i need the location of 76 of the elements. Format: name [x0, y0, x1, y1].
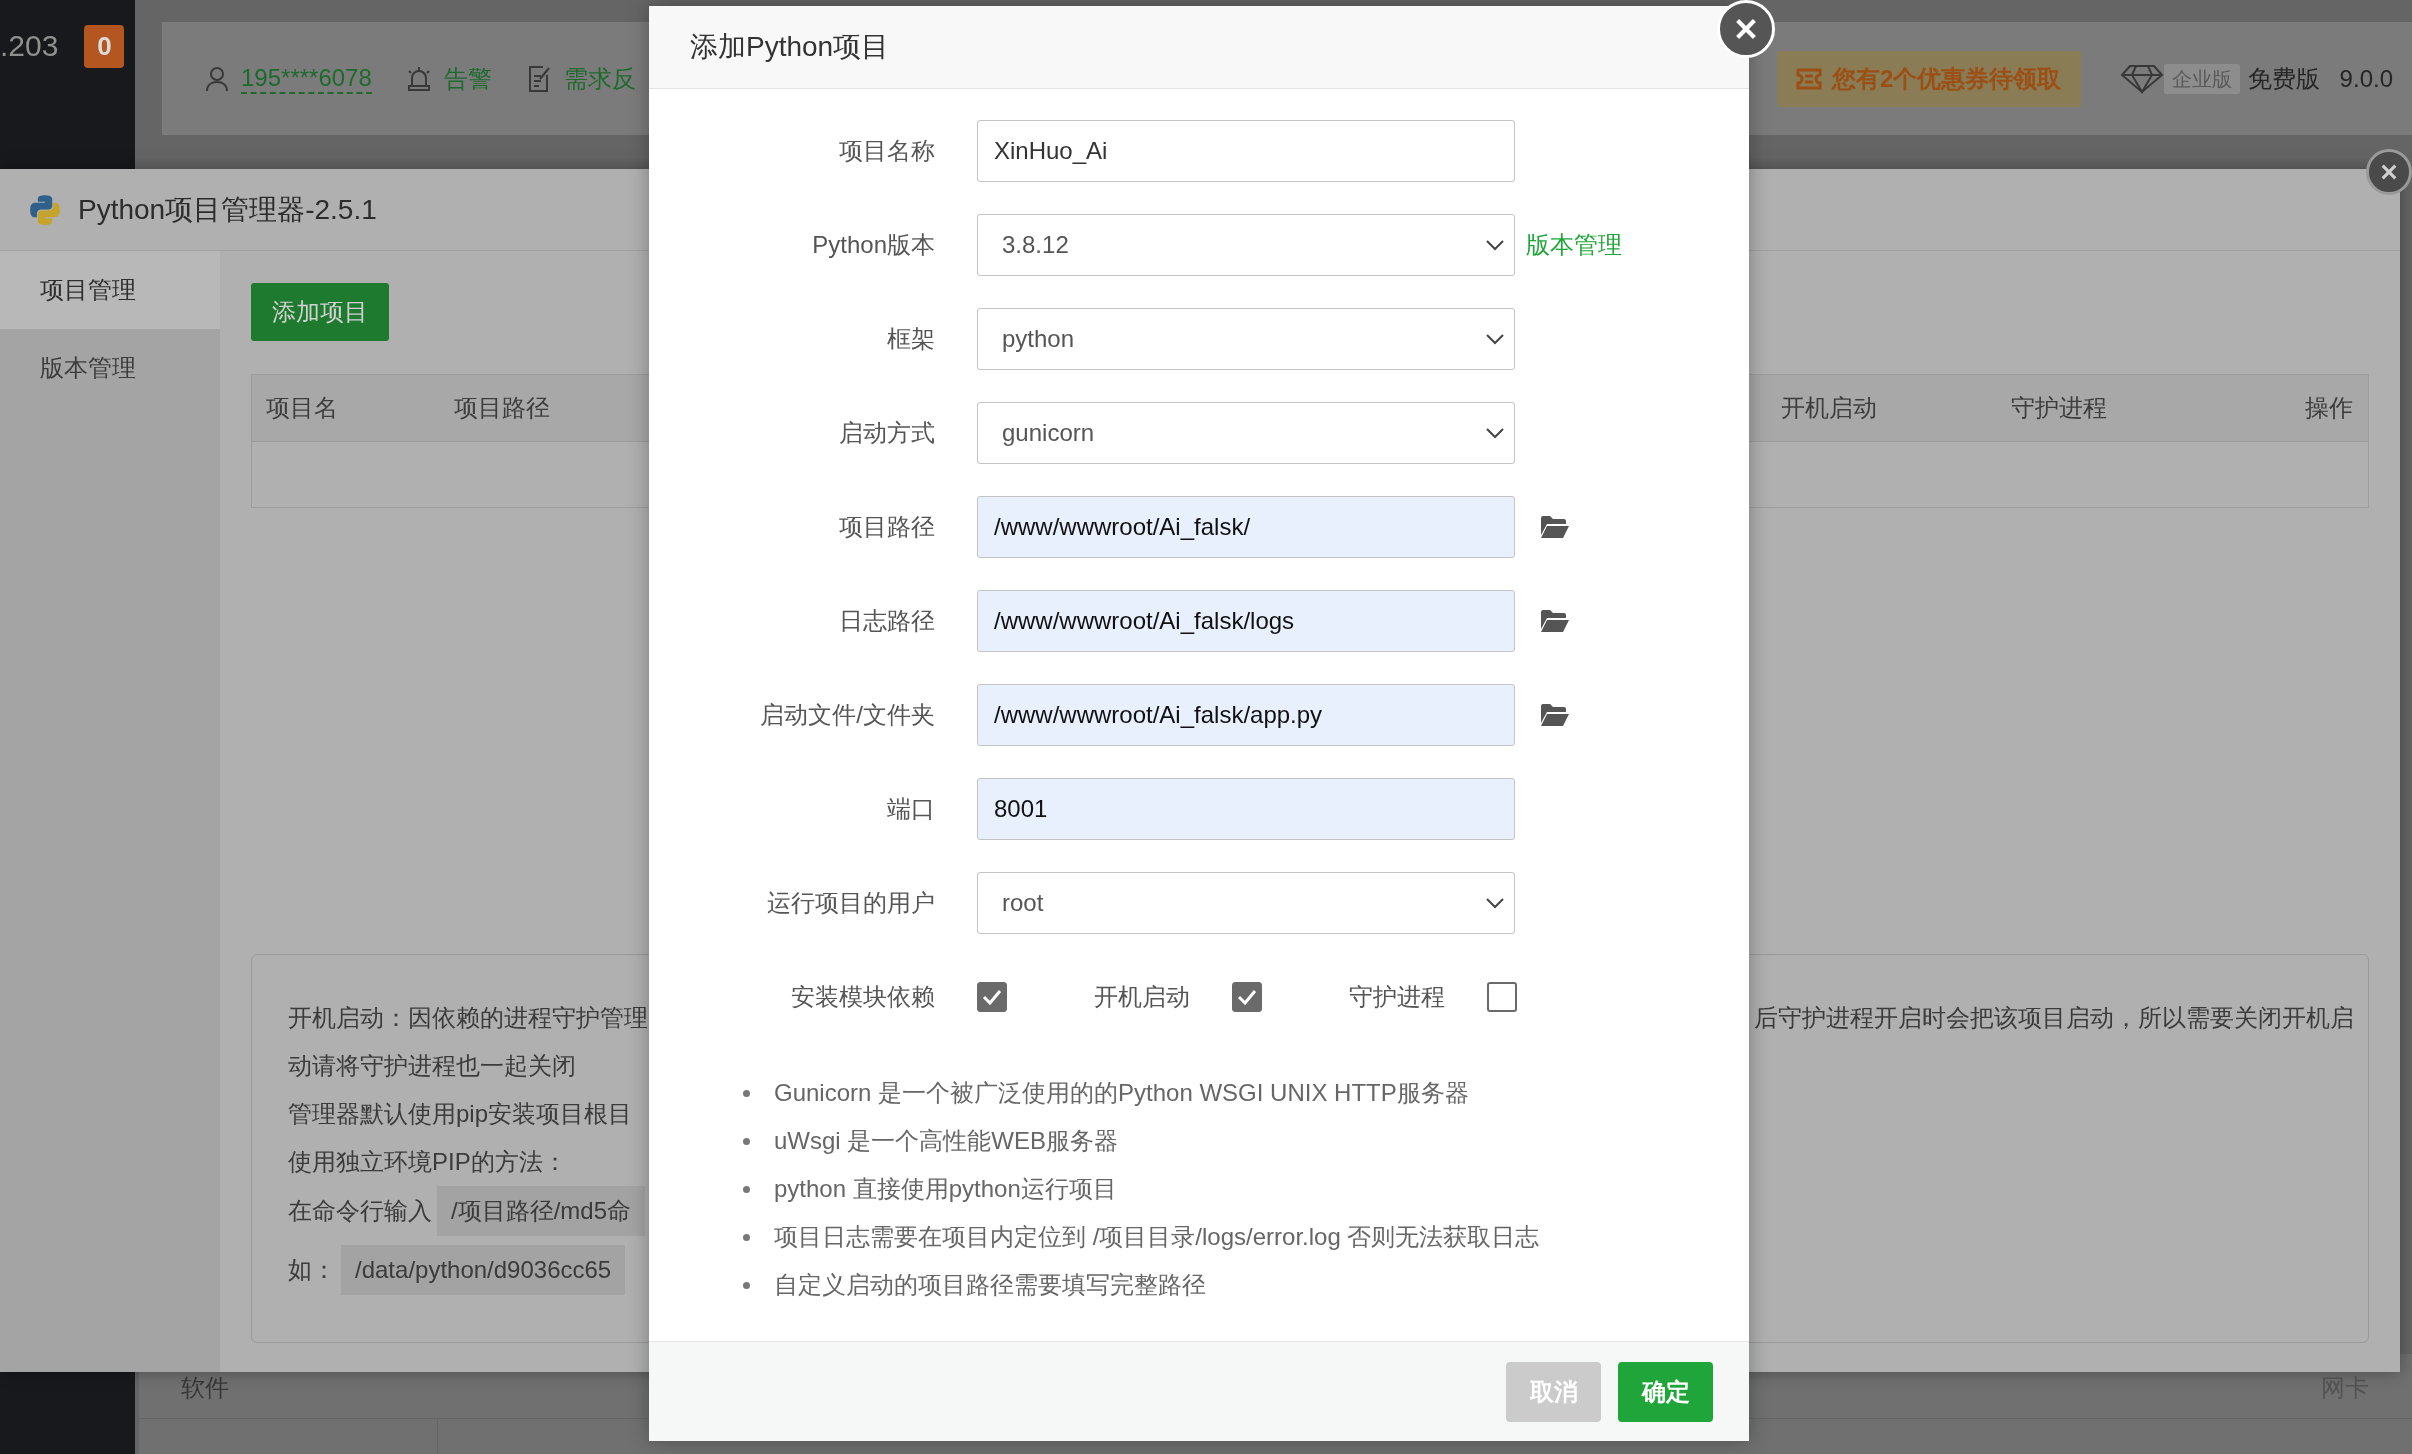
window-title: Python项目管理器-2.5.1: [78, 192, 377, 227]
field-label: 端口: [886, 794, 935, 824]
column-header: 操作: [2305, 393, 2353, 423]
input-field[interactable]: /www/wwwroot/Ai_falsk/app.py: [977, 684, 1515, 746]
chevron-down-icon: [1486, 427, 1504, 439]
note-text: 管理器默认使用pip安装项目根目: [288, 1099, 633, 1129]
field-label: 项目路径: [838, 512, 935, 542]
add-project-button[interactable]: 添加项目: [251, 283, 389, 341]
tip-text: python 直接使用python运行项目: [774, 1174, 1117, 1204]
plan-text: 免费版: [2247, 63, 2320, 94]
note-text: 在命令行输入: [288, 1196, 432, 1226]
folder-icon: [1540, 515, 1570, 539]
checkbox-label: 守护进程: [1349, 982, 1445, 1012]
chevron-down-icon: [1486, 239, 1504, 251]
browse-button[interactable]: [1540, 515, 1570, 539]
note-text: 开机启动：因依赖的进程守护管理: [288, 1003, 648, 1033]
dialog-title: 添加Python项目: [690, 30, 890, 64]
folder-icon: [1540, 703, 1570, 727]
column-header: 项目路径: [454, 393, 550, 423]
checkbox[interactable]: [1232, 982, 1262, 1012]
bullet-icon: [743, 1137, 750, 1145]
folder-icon: [1540, 609, 1570, 633]
checkbox-label: 开机启动: [1094, 982, 1190, 1012]
ticket-icon: [1795, 67, 1822, 90]
bullet-icon: [743, 1185, 750, 1193]
field-label: 项目名称: [838, 136, 935, 166]
select-field[interactable]: 3.8.12: [977, 214, 1515, 276]
browse-button[interactable]: [1540, 703, 1570, 727]
checkbox-label: 安装模块依赖: [790, 982, 935, 1012]
checkbox[interactable]: [977, 982, 1007, 1012]
bullet-icon: [743, 1281, 750, 1289]
python-logo-icon: [28, 192, 62, 227]
note-text: 动请将守护进程也一起关闭: [288, 1051, 576, 1081]
close-icon: [2380, 163, 2398, 181]
note-text: 后守护进程开启时会把该项目启动，所以需要关闭开机启: [1754, 1003, 2354, 1033]
field-label: 启动方式: [838, 418, 935, 448]
select-field[interactable]: gunicorn: [977, 402, 1515, 464]
diamond-icon: [2119, 63, 2164, 94]
bullet-icon: [743, 1089, 750, 1097]
close-icon: [1734, 17, 1758, 41]
column-header: 守护进程: [2011, 393, 2108, 423]
browse-button[interactable]: [1540, 609, 1570, 633]
checkbox[interactable]: [1487, 982, 1517, 1012]
sidebar-item[interactable]: 项目管理: [0, 251, 220, 329]
field-label: Python版本: [811, 230, 935, 260]
note-text: 如：: [288, 1255, 336, 1285]
version-text: 9.0.0: [2339, 63, 2393, 94]
note-text: 使用独立环境PIP的方法：: [288, 1147, 567, 1177]
chevron-down-icon: [1486, 897, 1504, 909]
select-field[interactable]: python: [977, 308, 1515, 370]
card-label: 软件: [181, 1376, 229, 1400]
bullet-icon: [743, 1233, 750, 1241]
code-snippet: /data/python/d9036cc65: [341, 1245, 626, 1295]
siren-icon: [405, 65, 432, 92]
column-header: 项目名: [266, 393, 339, 423]
tip-text: uWsgi 是一个高性能WEB服务器: [774, 1126, 1118, 1156]
column-header: 开机启动: [1781, 393, 1878, 423]
input-field[interactable]: XinHuo_Ai: [977, 120, 1515, 182]
tip-text: 项目日志需要在项目内定位到 /项目目录/logs/error.log 否则无法获取日志: [774, 1222, 1540, 1252]
input-field[interactable]: /www/wwwroot/Ai_falsk/: [977, 496, 1515, 558]
count-badge: 0: [84, 24, 125, 68]
field-label: 日志路径: [838, 606, 935, 636]
input-field[interactable]: /www/wwwroot/Ai_falsk/logs: [977, 590, 1515, 652]
checkmark-icon: [1237, 989, 1257, 1005]
code-snippet: /项目路径/md5命: [437, 1186, 646, 1236]
tip-text: Gunicorn 是一个被广泛使用的的Python WSGI UNIX HTTP服务器: [774, 1078, 1469, 1108]
select-field[interactable]: root: [977, 872, 1515, 934]
chevron-down-icon: [1486, 333, 1504, 345]
server-address-text: .203: [0, 28, 59, 64]
input-field[interactable]: 8001: [977, 778, 1515, 840]
tip-text: 自定义启动的项目路径需要填写完整路径: [774, 1270, 1206, 1300]
field-label: 运行项目的用户: [766, 888, 935, 918]
field-label: 框架: [886, 324, 935, 354]
user-icon: [205, 65, 229, 92]
checkmark-icon: [982, 989, 1002, 1005]
field-label: 启动文件/文件夹: [759, 700, 935, 730]
